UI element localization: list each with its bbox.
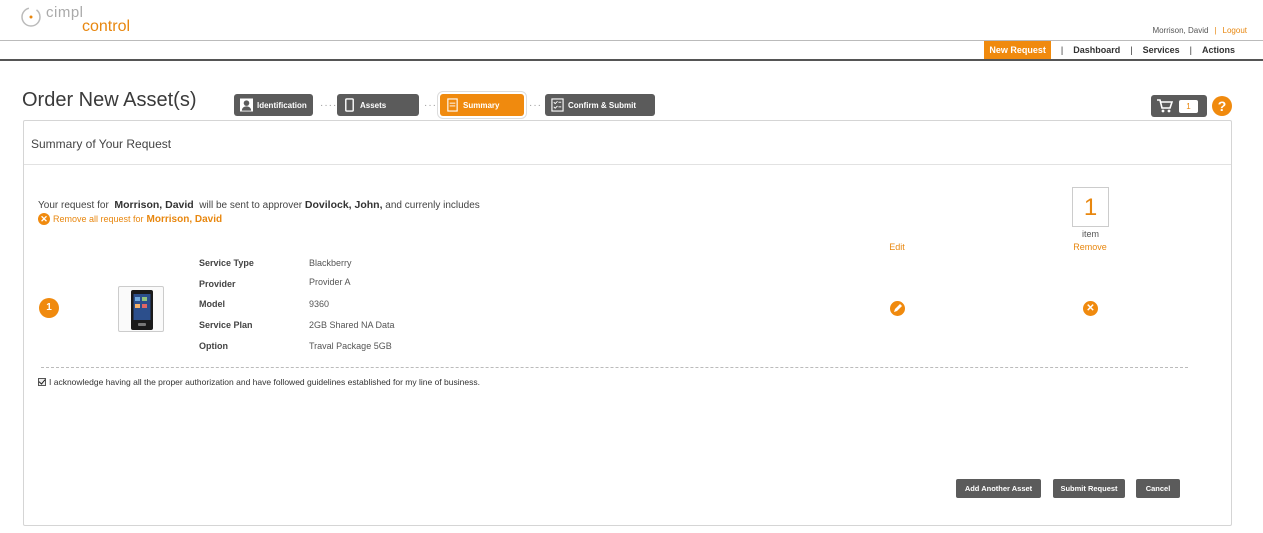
summary-panel: Summary of Your Request Your request for… bbox=[23, 120, 1232, 526]
logo-text-control: control bbox=[82, 18, 131, 35]
phone-icon bbox=[345, 98, 354, 112]
spec-value-model: 9360 bbox=[309, 299, 330, 309]
request-intro: Your request for Morrison, David will be… bbox=[38, 199, 480, 211]
step-summary[interactable]: Summary bbox=[437, 91, 527, 119]
cart-icon bbox=[1157, 99, 1173, 113]
nav-actions[interactable]: Actions bbox=[1196, 41, 1241, 59]
step-connector: ··· bbox=[529, 100, 542, 111]
step-label: Summary bbox=[463, 100, 500, 110]
panel-header: Summary of Your Request bbox=[24, 121, 1231, 165]
step-connector: ···· bbox=[320, 100, 338, 111]
spec-label-service-type: Service Type bbox=[199, 258, 254, 268]
edit-asset-button[interactable] bbox=[890, 301, 905, 316]
spec-label-option: Option bbox=[199, 341, 228, 351]
step-identification[interactable]: Identification bbox=[234, 94, 313, 116]
user-bar: Morrison, David | Logout bbox=[1152, 26, 1247, 35]
spec-label-service-plan: Service Plan bbox=[199, 320, 253, 330]
item-count-label: item bbox=[1081, 229, 1099, 239]
cart-count-badge: 1 bbox=[1179, 99, 1198, 113]
edit-column-header: Edit bbox=[889, 242, 905, 252]
cimpl-control-logo: cimpl control bbox=[20, 4, 150, 38]
spec-label-provider: Provider bbox=[199, 279, 236, 289]
asset-number-badge: 1 bbox=[39, 298, 59, 318]
requester-name: Morrison, David bbox=[114, 199, 194, 211]
intro-suffix: and currenly includes bbox=[385, 200, 480, 211]
nav-divider bbox=[0, 59, 1263, 61]
user-name: Morrison, David bbox=[1152, 26, 1209, 35]
panel-title: Summary of Your Request bbox=[31, 137, 172, 151]
cancel-button[interactable]: Cancel bbox=[1136, 479, 1180, 498]
nav-new-request[interactable]: New Request bbox=[984, 41, 1051, 59]
close-circle-icon: ✕ bbox=[38, 213, 50, 225]
step-assets[interactable]: Assets bbox=[337, 94, 419, 116]
person-icon bbox=[240, 98, 253, 112]
spec-value-service-plan: 2GB Shared NA Data bbox=[309, 320, 395, 330]
step-label: Confirm & Submit bbox=[568, 100, 636, 110]
row-divider bbox=[41, 367, 1188, 368]
close-icon: ✕ bbox=[1086, 303, 1095, 314]
add-another-asset-button[interactable]: Add Another Asset bbox=[956, 479, 1041, 498]
nav-dashboard[interactable]: Dashboard bbox=[1067, 41, 1126, 59]
approver-name: Dovilock, John, bbox=[304, 199, 383, 211]
remove-all-link[interactable]: ✕ Remove all request for Morrison, David bbox=[38, 213, 222, 225]
acknowledge-checkbox[interactable] bbox=[38, 378, 46, 386]
step-label: Assets bbox=[360, 100, 387, 110]
acknowledge-text: I acknowledge having all the proper auth… bbox=[49, 377, 480, 387]
spec-value-provider: Provider A bbox=[309, 277, 351, 287]
help-icon[interactable]: ? bbox=[1212, 96, 1232, 116]
logo-text-cimpl: cimpl bbox=[46, 4, 84, 21]
checklist-icon bbox=[551, 98, 564, 112]
step-label: Identification bbox=[257, 100, 307, 110]
cart-button[interactable]: 1 bbox=[1151, 95, 1207, 117]
blackberry-phone-icon bbox=[131, 290, 153, 330]
acknowledgement[interactable]: I acknowledge having all the proper auth… bbox=[38, 377, 480, 387]
logout-link[interactable]: Logout bbox=[1223, 26, 1247, 35]
document-icon bbox=[447, 98, 458, 112]
remove-all-label: Remove all request for bbox=[53, 214, 144, 224]
intro-prefix: Your request for bbox=[38, 200, 109, 211]
remove-all-name: Morrison, David bbox=[146, 213, 223, 225]
nav-services[interactable]: Services bbox=[1137, 41, 1186, 59]
intro-middle: will be sent to approver bbox=[199, 200, 303, 211]
item-count: 1 bbox=[1072, 187, 1109, 227]
spec-value-service-type: Blackberry bbox=[309, 258, 352, 268]
step-confirm-submit[interactable]: Confirm & Submit bbox=[545, 94, 655, 116]
remove-column-header: Remove bbox=[1073, 242, 1107, 252]
spec-value-option: Traval Package 5GB bbox=[309, 341, 392, 351]
device-image bbox=[118, 286, 164, 332]
step-connector: ··· bbox=[424, 100, 437, 111]
pencil-icon bbox=[894, 304, 902, 312]
spec-label-model: Model bbox=[199, 299, 225, 309]
remove-asset-button[interactable]: ✕ bbox=[1083, 301, 1098, 316]
top-nav: New Request | Dashboard | Services | Act… bbox=[984, 41, 1241, 59]
page-title: Order New Asset(s) bbox=[22, 89, 197, 111]
submit-request-button[interactable]: Submit Request bbox=[1053, 479, 1125, 498]
logo-icon bbox=[21, 7, 41, 27]
